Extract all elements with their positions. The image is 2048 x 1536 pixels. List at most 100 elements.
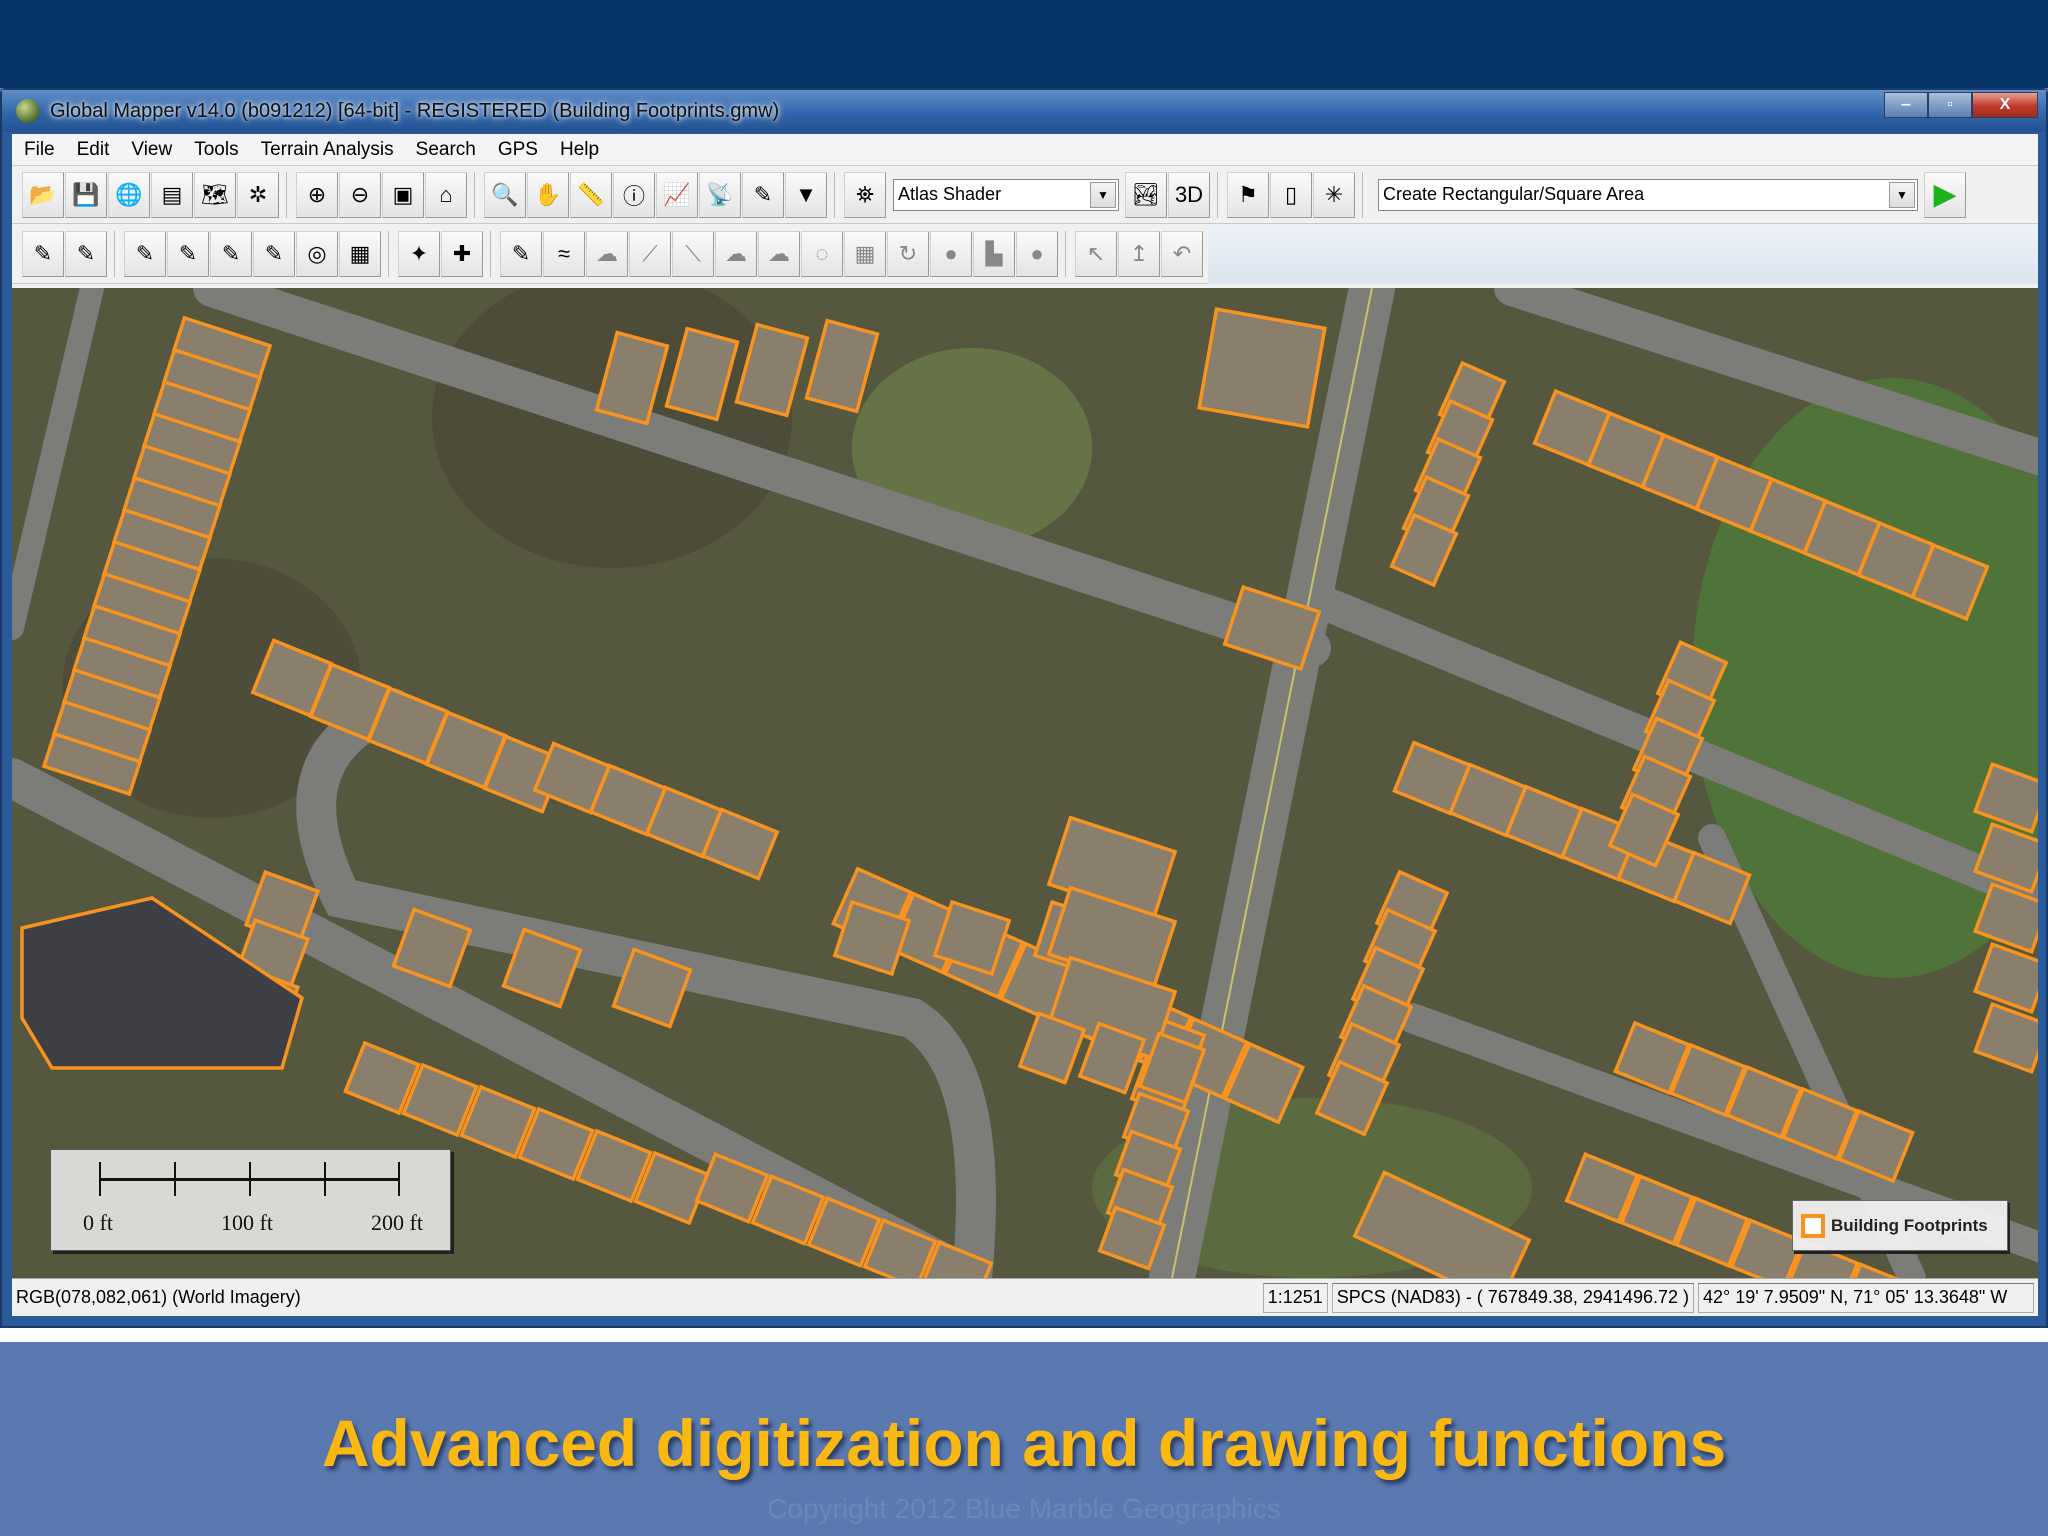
extend-line-icon: ↥ (1129, 240, 1149, 266)
menu-help[interactable]: Help (560, 139, 599, 161)
toolbar-separator (490, 230, 500, 277)
save-button[interactable]: 💾 (65, 171, 107, 218)
join-line-button[interactable]: ⟍ (672, 230, 714, 277)
menu-terrain-analysis[interactable]: Terrain Analysis (261, 139, 394, 161)
edit-vertices-button[interactable]: ✎ (500, 230, 542, 277)
3d-view-button[interactable]: 🏞 (1125, 171, 1167, 218)
client-area: File Edit View Tools Terrain Analysis Search G… (12, 134, 2038, 1316)
zoom-out-button[interactable]: ⊖ (339, 171, 381, 218)
digitizer-mode-select[interactable]: Create Rectangular/Square Area ▼ (1378, 178, 1918, 211)
go-button[interactable]: ▶ (1924, 171, 1966, 218)
measure-icon: 📏 (577, 181, 605, 207)
copyright-text: Copyright 2012 Blue Marble Geographics (767, 1493, 1281, 1524)
fill-area-icon: ● (944, 240, 958, 266)
menu-gps[interactable]: GPS (498, 139, 538, 161)
maximize-button[interactable]: ▫ (1928, 92, 1972, 118)
open-folder-button[interactable]: 📂 (22, 171, 64, 218)
combine-area-icon: ☁ (768, 240, 790, 266)
gps-device-button[interactable]: ▯ (1270, 171, 1312, 218)
home-button[interactable]: ⌂ (425, 171, 467, 218)
menu-tools[interactable]: Tools (194, 139, 238, 161)
view-shed-button[interactable]: 📡 (699, 171, 741, 218)
feature-info-button[interactable]: ⓘ (613, 171, 655, 218)
shader-select[interactable]: Atlas Shader ▼ (893, 178, 1119, 211)
chevron-down-icon[interactable]: ▼ (1889, 181, 1915, 208)
globe-button[interactable]: 🌐 (108, 171, 150, 218)
fill-area-button[interactable]: ● (930, 230, 972, 277)
create-points-icon: ✦ (409, 240, 429, 266)
move-vertex-icon: ↖ (1086, 240, 1106, 266)
menu-edit[interactable]: Edit (77, 139, 110, 161)
create-circles-button[interactable]: ◎ (296, 230, 338, 277)
rotate-area-button[interactable]: ↻ (887, 230, 929, 277)
gps-track-button[interactable]: ✳ (1313, 171, 1355, 218)
zoom-in-button[interactable]: ⊕ (296, 171, 338, 218)
dissolve-button[interactable]: ▙ (973, 230, 1015, 277)
gps-flag-icon: ⚑ (1238, 181, 1258, 207)
binoculars-button[interactable]: ⛯ (844, 171, 886, 218)
menu-view[interactable]: View (131, 139, 172, 161)
buffer-icon: ◌ (815, 240, 829, 266)
buffer-button[interactable]: ◌ (801, 230, 843, 277)
3d-button[interactable]: 3D (1168, 171, 1210, 218)
create-grid-button[interactable]: ▦ (339, 230, 381, 277)
grid-area-button[interactable]: ▦ (844, 230, 886, 277)
edit-vertices-icon: ✎ (511, 240, 531, 266)
chevron-down-icon[interactable]: ▼ (1090, 181, 1116, 208)
smooth-line-button[interactable]: ≈ (543, 230, 585, 277)
undo-button[interactable]: ↶ (1161, 230, 1203, 277)
crop-area-button[interactable]: ☁ (715, 230, 757, 277)
merge-areas-button[interactable]: ☁ (586, 230, 628, 277)
title-bar[interactable]: Global Mapper v14.0 (b091212) [64-bit] -… (2, 90, 2046, 132)
create-range-ring-button[interactable]: ✎ (253, 230, 295, 277)
crop-area-icon: ☁ (725, 240, 747, 266)
slide-top-band (0, 0, 2048, 88)
create-stairs-button[interactable]: ✎ (124, 230, 166, 277)
pan-hand-button[interactable]: ✋ (527, 171, 569, 218)
create-freehand-area-icon: ✎ (178, 240, 198, 266)
gps-track-icon: ✳ (1324, 181, 1344, 207)
zoom-tool-icon: 🔍 (491, 181, 519, 207)
filter-button[interactable]: ▼ (785, 171, 827, 218)
gps-device-icon: ▯ (1284, 181, 1298, 207)
create-points-button[interactable]: ✦ (398, 230, 440, 277)
map-view[interactable]: 0 ft 100 ft 200 ft Building Footprints (12, 288, 2038, 1278)
home-icon: ⌂ (439, 181, 453, 207)
create-line-point-button[interactable]: ✚ (441, 230, 483, 277)
undo-icon: ↶ (1172, 240, 1192, 266)
path-profile-button[interactable]: 📈 (656, 171, 698, 218)
create-line-button[interactable]: ✎ (65, 230, 107, 277)
create-rectangle-button[interactable]: ✎ (210, 230, 252, 277)
smooth-line-icon: ≈ (557, 240, 571, 266)
minimize-button[interactable]: ‒ (1884, 92, 1928, 118)
digitizer-button[interactable]: ✎ (742, 171, 784, 218)
split-line-button[interactable]: ⟋ (629, 230, 671, 277)
menu-search[interactable]: Search (416, 139, 476, 161)
join-line-icon: ⟍ (685, 240, 701, 266)
create-area-button[interactable]: ✎ (22, 230, 64, 277)
globe-icon: 🌐 (115, 181, 143, 207)
move-vertex-button[interactable]: ↖ (1075, 230, 1117, 277)
scale-tick (324, 1162, 326, 1196)
extend-line-button[interactable]: ↥ (1118, 230, 1160, 277)
config-button[interactable]: 🗺 (194, 171, 236, 218)
close-button[interactable]: X (1972, 92, 2038, 118)
gps-flag-button[interactable]: ⚑ (1227, 171, 1269, 218)
tools-button[interactable]: ✲ (237, 171, 279, 218)
zoom-to-layer-button[interactable]: ▣ (382, 171, 424, 218)
3d-view-icon: 🏞 (1132, 181, 1160, 207)
control-center-button[interactable]: ▤ (151, 171, 193, 218)
menu-file[interactable]: File (24, 139, 55, 161)
status-geo-coords: 42° 19' 7.9509" N, 71° 05' 13.3648" W (1698, 1282, 2034, 1313)
create-area-icon: ✎ (33, 240, 53, 266)
status-pixel-info: RGB(078,082,061) (World Imagery) (16, 1287, 301, 1307)
erase-area-button[interactable]: ● (1016, 230, 1058, 277)
combine-area-button[interactable]: ☁ (758, 230, 800, 277)
binoculars-icon: ⛯ (856, 181, 874, 207)
create-rectangle-icon: ✎ (221, 240, 241, 266)
zoom-tool-button[interactable]: 🔍 (484, 171, 526, 218)
create-freehand-area-button[interactable]: ✎ (167, 230, 209, 277)
status-projected-coords: SPCS (NAD83) - ( 767849.38, 2941496.72 ) (1331, 1282, 1694, 1313)
measure-button[interactable]: 📏 (570, 171, 612, 218)
digitizer-icon: ✎ (753, 181, 773, 207)
